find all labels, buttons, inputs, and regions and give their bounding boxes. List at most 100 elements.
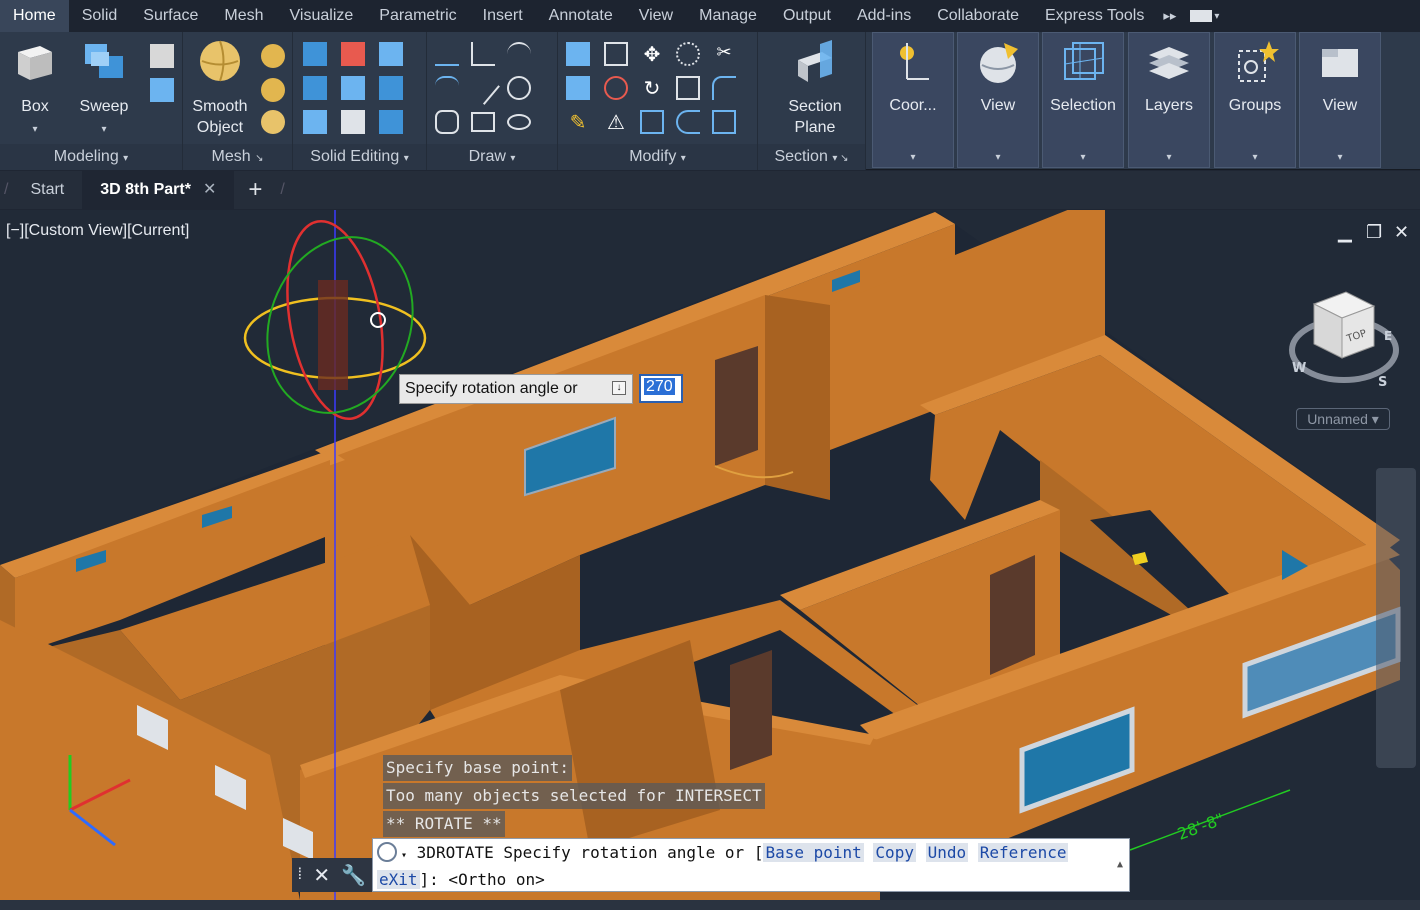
3d-polyline-icon[interactable] bbox=[471, 42, 495, 66]
mesh-refine-icon[interactable] bbox=[261, 110, 285, 134]
mesh-smooth-less-icon[interactable] bbox=[261, 78, 285, 102]
erase-icon[interactable]: ✎ bbox=[566, 110, 590, 134]
close-icon[interactable]: ✕ bbox=[313, 863, 330, 888]
separate-icon[interactable] bbox=[379, 110, 403, 134]
rotate-icon[interactable]: ↻ bbox=[640, 76, 664, 100]
line-icon[interactable] bbox=[466, 71, 500, 105]
ellipse-icon[interactable] bbox=[507, 114, 531, 130]
view-panel[interactable]: View ▾ bbox=[957, 32, 1039, 168]
option-undo[interactable]: Undo bbox=[925, 843, 969, 862]
tab-manage[interactable]: Manage bbox=[686, 0, 770, 32]
compass-w: W bbox=[1292, 361, 1306, 376]
tab-collaborate[interactable]: Collaborate bbox=[924, 0, 1032, 32]
offset-icon[interactable] bbox=[676, 110, 700, 134]
tab-output[interactable]: Output bbox=[770, 0, 844, 32]
rectangle-icon[interactable] bbox=[471, 112, 495, 132]
arc-icon[interactable] bbox=[507, 42, 531, 66]
smooth-object-button[interactable]: Smooth Object bbox=[187, 38, 253, 138]
wrench-icon[interactable]: 🔧 bbox=[341, 863, 366, 888]
panel-title-mesh[interactable]: Mesh ↘ bbox=[183, 144, 292, 170]
command-tools: ⁞ ✕ 🔧 bbox=[292, 858, 372, 892]
option-reference[interactable]: Reference bbox=[977, 843, 1069, 862]
options-down-icon[interactable]: ↓ bbox=[612, 381, 626, 395]
array-icon[interactable] bbox=[676, 42, 700, 66]
minimize-icon[interactable]: ▁ bbox=[1338, 222, 1352, 243]
subtract-icon[interactable] bbox=[341, 42, 365, 66]
close-icon[interactable]: ✕ bbox=[1394, 222, 1409, 243]
scale-icon[interactable] bbox=[676, 76, 700, 100]
tab-home[interactable]: Home bbox=[0, 0, 69, 32]
close-icon[interactable]: ✕ bbox=[203, 181, 216, 198]
sweep-button[interactable]: Sweep ▾ bbox=[72, 38, 136, 140]
tab-annotate[interactable]: Annotate bbox=[536, 0, 626, 32]
shell-icon[interactable] bbox=[341, 110, 365, 134]
intersect-icon[interactable] bbox=[303, 76, 327, 100]
slice-icon[interactable] bbox=[379, 42, 403, 66]
workspace-switch-icon[interactable] bbox=[1190, 10, 1213, 22]
chevron-down-icon[interactable]: ▾ bbox=[401, 850, 407, 861]
fillet-icon[interactable] bbox=[712, 76, 736, 100]
3d-scale-icon[interactable]: ⚠ bbox=[604, 110, 628, 134]
selection-panel[interactable]: Selection ▾ bbox=[1042, 32, 1124, 168]
globe-icon[interactable] bbox=[377, 842, 397, 862]
navigation-bar[interactable] bbox=[1376, 468, 1416, 768]
chevron-down-icon[interactable]: ▾ bbox=[1214, 11, 1219, 22]
panel-title-solid-editing[interactable]: Solid Editing ▾ bbox=[293, 144, 426, 170]
view2-panel[interactable]: View ▾ bbox=[1299, 32, 1381, 168]
tab-mesh[interactable]: Mesh bbox=[211, 0, 276, 32]
polyline-icon[interactable] bbox=[435, 42, 459, 66]
section-plane-button[interactable]: Section Plane bbox=[776, 38, 854, 138]
trim-icon[interactable]: ✂ bbox=[712, 42, 736, 66]
extrude-icon[interactable] bbox=[150, 44, 174, 68]
circle-icon[interactable] bbox=[507, 76, 531, 100]
tab-surface[interactable]: Surface bbox=[130, 0, 211, 32]
drawing-viewport[interactable]: 28'-8" [−][Custom View][Current] ▁ ❐ ✕ S… bbox=[0, 210, 1420, 900]
panel-title-section[interactable]: Section ▾ ↘ bbox=[758, 144, 865, 170]
interfere-icon[interactable] bbox=[341, 76, 365, 100]
3d-rotate-icon[interactable] bbox=[604, 42, 628, 66]
viewport-controls-label[interactable]: [−][Custom View][Current] bbox=[6, 222, 189, 240]
option-base-point[interactable]: Base point bbox=[763, 843, 864, 862]
tab-visualize[interactable]: Visualize bbox=[277, 0, 367, 32]
more-tabs-icon[interactable]: ▸▸ bbox=[1157, 8, 1182, 24]
box-button[interactable]: Box ▾ bbox=[6, 38, 64, 140]
tab-start[interactable]: Start bbox=[12, 171, 82, 209]
align-icon[interactable] bbox=[566, 76, 590, 100]
union-icon[interactable] bbox=[303, 42, 327, 66]
panel-title-draw[interactable]: Draw ▾ bbox=[427, 144, 557, 170]
groups-panel[interactable]: Groups ▾ bbox=[1214, 32, 1296, 168]
tab-solid[interactable]: Solid bbox=[69, 0, 131, 32]
tab-insert[interactable]: Insert bbox=[470, 0, 536, 32]
layers-icon bbox=[1149, 47, 1189, 79]
option-copy[interactable]: Copy bbox=[873, 843, 916, 862]
coordinates-panel[interactable]: Coor... ▾ bbox=[872, 32, 954, 168]
mirror-icon[interactable] bbox=[566, 42, 590, 66]
ucs-menu[interactable]: Unnamed ▾ bbox=[1296, 408, 1390, 430]
polygon-icon[interactable] bbox=[435, 110, 459, 134]
rect-array-icon[interactable] bbox=[712, 110, 736, 134]
rotation-angle-input[interactable]: 270 bbox=[639, 374, 683, 403]
extract-edges-icon[interactable] bbox=[379, 76, 403, 100]
stretch-icon[interactable] bbox=[640, 110, 664, 134]
grip-handle-icon[interactable]: ⁞ bbox=[298, 866, 302, 884]
spline-icon[interactable] bbox=[435, 76, 459, 100]
layers-panel[interactable]: Layers ▾ bbox=[1128, 32, 1210, 168]
restore-icon[interactable]: ❐ bbox=[1366, 222, 1382, 243]
tab-add-ins[interactable]: Add-ins bbox=[844, 0, 924, 32]
move-icon[interactable]: ✥ bbox=[640, 42, 664, 66]
presspull-icon[interactable] bbox=[150, 78, 174, 102]
panel-title-modify[interactable]: Modify ▾ bbox=[558, 144, 757, 170]
command-input[interactable]: ▾ 3DROTATE Specify rotation angle or [Ba… bbox=[372, 838, 1130, 892]
tab-view[interactable]: View bbox=[626, 0, 686, 32]
3d-array-icon[interactable] bbox=[604, 76, 628, 100]
chevron-up-icon[interactable]: ▲ bbox=[1117, 853, 1123, 877]
new-tab-plus-icon[interactable]: + bbox=[234, 176, 276, 204]
panel-title-modeling[interactable]: Modeling ▾ bbox=[0, 144, 182, 170]
viewcube[interactable]: TOP W S E bbox=[1284, 282, 1402, 392]
option-exit[interactable]: eXit bbox=[377, 870, 420, 889]
thicken-icon[interactable] bbox=[303, 110, 327, 134]
tab-express-tools[interactable]: Express Tools bbox=[1032, 0, 1157, 32]
tab-parametric[interactable]: Parametric bbox=[366, 0, 469, 32]
mesh-smooth-more-icon[interactable] bbox=[261, 44, 285, 68]
tab-active-drawing[interactable]: 3D 8th Part* ✕ bbox=[82, 171, 235, 209]
